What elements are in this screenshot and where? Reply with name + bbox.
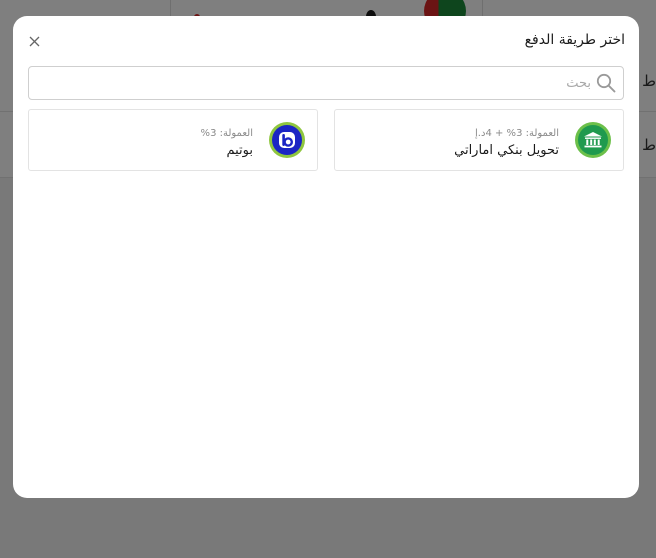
search-icon bbox=[595, 72, 617, 94]
modal-title: اختر طريقة الدفع bbox=[524, 32, 625, 48]
search-box[interactable] bbox=[28, 66, 624, 100]
bank-icon bbox=[575, 122, 611, 158]
method-name: بوتيم bbox=[226, 143, 253, 158]
method-name: تحويل بنكي اماراتي bbox=[454, 143, 559, 158]
close-icon bbox=[29, 36, 39, 46]
botim-icon bbox=[269, 122, 305, 158]
close-button[interactable] bbox=[25, 32, 43, 50]
method-fee: العمولة: 3% + 4د.إ bbox=[475, 128, 559, 139]
payment-method-botim[interactable]: العمولة: 3% بوتيم bbox=[28, 109, 318, 171]
payment-method-modal: اختر طريقة الدفع بحث العمولة: 3% + 4د.إ … bbox=[13, 16, 639, 498]
method-fee: العمولة: 3% bbox=[200, 128, 253, 139]
payment-methods-list: العمولة: 3% + 4د.إ تحويل بنكي اماراتي ال… bbox=[28, 109, 624, 171]
search-input[interactable] bbox=[29, 68, 591, 98]
payment-method-bank-transfer[interactable]: العمولة: 3% + 4د.إ تحويل بنكي اماراتي bbox=[334, 109, 624, 171]
